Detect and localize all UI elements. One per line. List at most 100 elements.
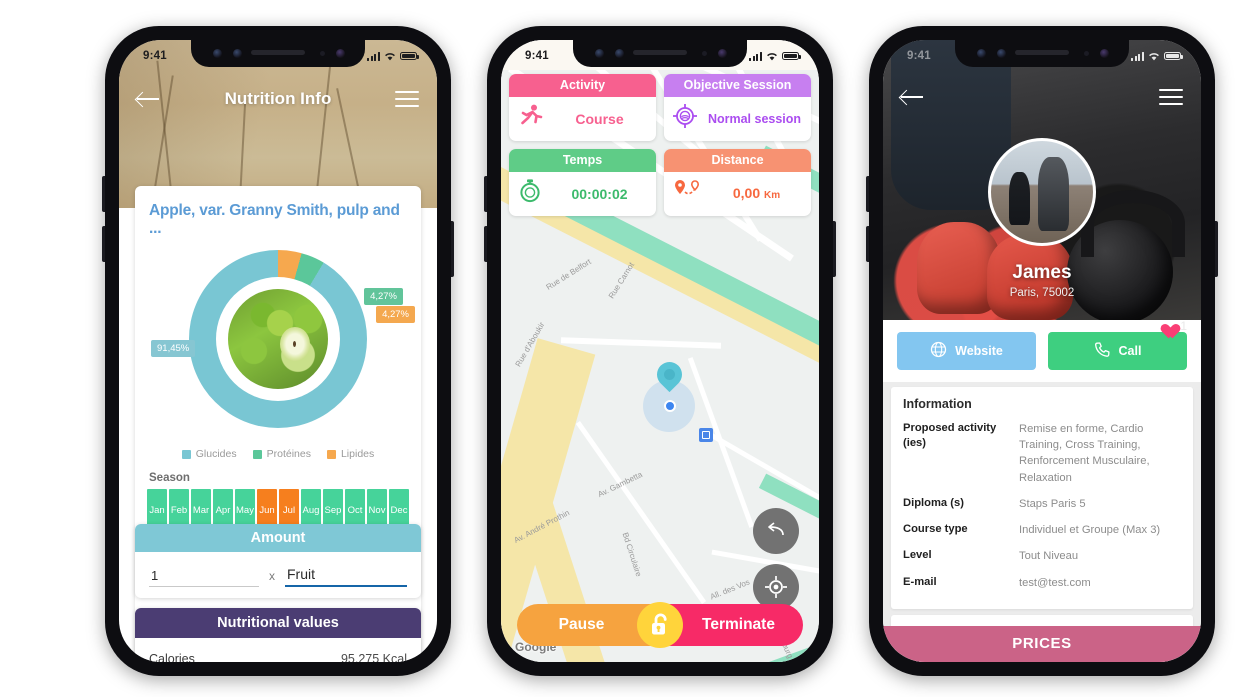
nutrient-value: 95,275 Kcal: [340, 652, 407, 662]
running-person-icon: [517, 103, 543, 134]
information-header: Information: [903, 397, 972, 411]
heart-icon: [1158, 318, 1175, 334]
card-header: Distance: [664, 149, 811, 172]
amount-card: Amount 1 x Fruit: [135, 524, 421, 598]
table-row: Course type Individuel et Groupe (Max 3): [903, 522, 1181, 538]
phone-icon: [1094, 341, 1111, 361]
information-panel: Information Proposed activity (ies) Remi…: [891, 387, 1193, 609]
apple-photo: [228, 289, 328, 389]
map-street-label: Av. Gambetta: [596, 469, 644, 500]
nutrition-navbar: Nutrition Info: [119, 80, 437, 118]
profile-location: Paris, 75002: [1009, 287, 1075, 299]
phone-mockup-nutrition: 9:41 Nutrition Info Apple, var. Granny S…: [102, 26, 454, 676]
tracking-controls: Pause Terminate: [517, 602, 803, 648]
phone2-screen: Rue de Belfort Rue Carnot Rue d'Aboukir …: [501, 40, 819, 662]
legend-label: Protéines: [266, 448, 311, 460]
map-street-label: Rue Carnot: [606, 260, 637, 301]
profile-action-buttons: Website Call: [883, 320, 1201, 382]
unit-input[interactable]: Fruit: [285, 566, 407, 587]
legend-label: Glucides: [195, 448, 237, 460]
distance-unit: Km: [764, 189, 781, 201]
table-row: Calories 95,275 Kcal: [135, 638, 421, 662]
multiplier-symbol: x: [269, 569, 275, 583]
call-button[interactable]: Call: [1048, 332, 1187, 370]
card-value: 00:00:02: [571, 185, 628, 202]
stopwatch-icon: [517, 178, 543, 209]
phone-notch: [955, 40, 1129, 67]
phone-mockup-tracking: Rue de Belfort Rue Carnot Rue d'Aboukir …: [484, 26, 836, 676]
metric-card-activity[interactable]: Activity Course: [509, 74, 656, 141]
map-street-label: All. des Vos: [708, 577, 751, 602]
phone3-screen: 9:41 James Paris, 75002 1 Website Call I…: [883, 40, 1201, 662]
phone-notch: [191, 40, 365, 67]
legend-item-lipides: Lipides: [326, 448, 375, 460]
info-key: Diploma (s): [903, 496, 964, 509]
transit-station-icon: [699, 428, 713, 442]
wifi-icon: [1148, 52, 1160, 61]
info-value: Individuel et Groupe (Max 3): [1019, 524, 1161, 537]
info-value: test@test.com: [1019, 576, 1091, 589]
hamburger-menu-icon[interactable]: [1159, 89, 1183, 105]
info-key: Course type: [903, 523, 968, 536]
table-row: Level Tout Niveau: [903, 548, 1181, 564]
unlocked-padlock-icon[interactable]: [637, 602, 683, 648]
wifi-icon: [384, 52, 396, 61]
card-header: Temps: [509, 149, 656, 172]
status-time: 9:41: [907, 50, 931, 62]
card-value: 0,00 Km: [710, 185, 803, 201]
phone-notch: [573, 40, 747, 67]
nutrient-name: Calories: [149, 652, 195, 662]
map-street-label: Bd Circulaire: [620, 531, 644, 578]
info-value: Staps Paris 5: [1019, 497, 1086, 510]
battery-icon: [782, 51, 801, 61]
table-row: E-mail test@test.com: [903, 575, 1181, 591]
card-header: Activity: [509, 74, 656, 97]
cellular-signal-icon: [367, 51, 380, 61]
phone-mockup-coach-profile: 9:41 James Paris, 75002 1 Website Call I…: [866, 26, 1218, 676]
quantity-input[interactable]: 1: [149, 568, 259, 587]
info-value: Tout Niveau: [1019, 550, 1079, 563]
table-row: Proposed activity (ies) Remise en forme,…: [903, 421, 1181, 486]
screenshot-stage: 9:41 Nutrition Info Apple, var. Granny S…: [0, 0, 1239, 697]
profile-body: Website Call Information Proposed activi…: [883, 320, 1201, 662]
info-key: E-mail: [903, 575, 937, 588]
route-pin-icon: [672, 178, 702, 207]
status-time: 9:41: [525, 50, 549, 62]
card-value: Normal session: [707, 111, 802, 126]
website-button[interactable]: Website: [897, 332, 1036, 370]
donut-ring: [189, 250, 367, 428]
chart-label-glucides: 91,45%: [151, 340, 196, 357]
metric-card-time[interactable]: Temps 00:00:02: [509, 149, 656, 216]
season-label: Season: [149, 472, 190, 484]
cellular-signal-icon: [749, 51, 762, 61]
tracking-metric-cards: Activity Course Objective Session Normal…: [501, 70, 819, 216]
prices-button[interactable]: PRICES: [883, 626, 1201, 662]
wifi-icon: [766, 52, 778, 61]
battery-icon: [400, 51, 419, 61]
metric-card-distance[interactable]: Distance 0,00 Km: [664, 149, 811, 216]
nutritional-values-card: Nutritional values Calories 95,275 Kcal …: [135, 608, 421, 662]
metric-card-objective[interactable]: Objective Session Normal session: [664, 74, 811, 141]
nutritional-values-header: Nutritional values: [135, 608, 421, 638]
profile-navbar: [883, 80, 1201, 114]
table-row: Diploma (s) Staps Paris 5: [903, 496, 1181, 512]
amount-header: Amount: [135, 524, 421, 552]
like-counter[interactable]: 1: [1158, 318, 1187, 334]
hamburger-menu-icon[interactable]: [395, 91, 419, 107]
macro-donut-chart: 91,45% 4,27% 4,27%: [135, 246, 421, 442]
globe-icon: [930, 341, 947, 361]
undo-arrow-icon[interactable]: [753, 508, 799, 554]
back-arrow-icon[interactable]: [901, 88, 925, 106]
info-value: Remise en forme, Cardio Training, Cross …: [1019, 423, 1150, 484]
phone1-screen: 9:41 Nutrition Info Apple, var. Granny S…: [119, 40, 437, 662]
power-button: [451, 221, 454, 277]
avatar[interactable]: [988, 138, 1096, 246]
cellular-signal-icon: [1131, 51, 1144, 61]
back-arrow-icon[interactable]: [137, 90, 161, 108]
profile-name: James: [1012, 262, 1072, 283]
legend-label: Lipides: [340, 448, 375, 460]
info-key: Level: [903, 549, 932, 562]
battery-icon: [1164, 51, 1183, 61]
target-icon: [672, 103, 698, 134]
page-title: Nutrition Info: [224, 89, 332, 108]
